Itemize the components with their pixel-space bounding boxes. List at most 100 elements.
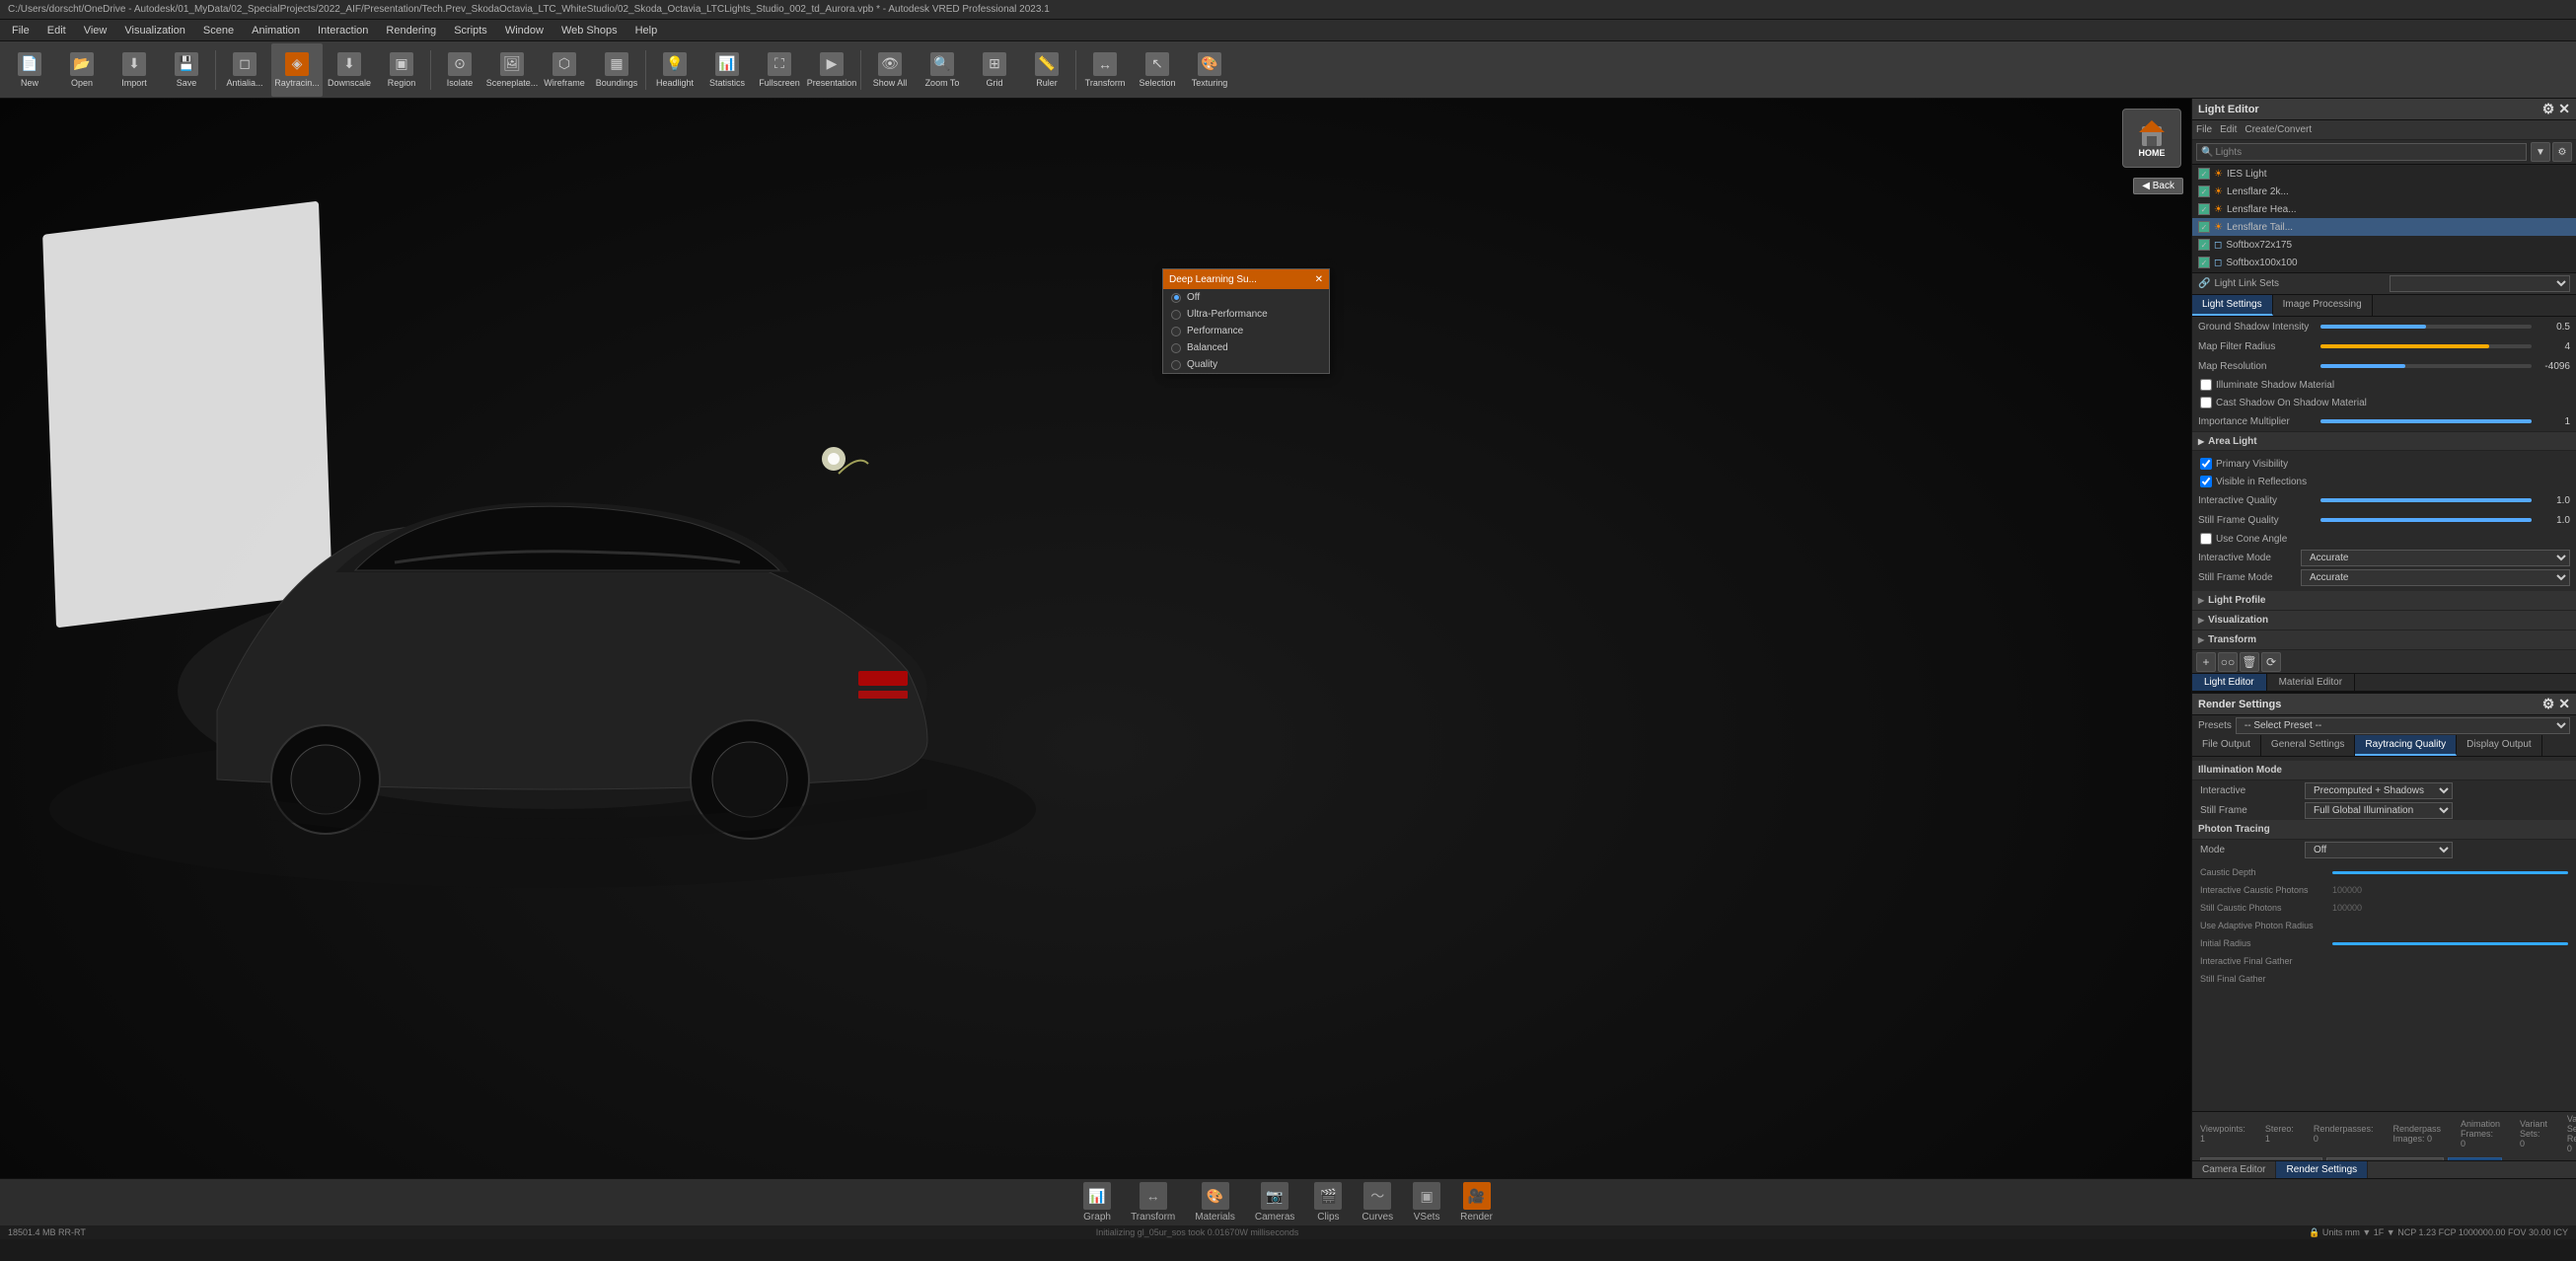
le-delete-btn[interactable]: 🗑 — [2240, 652, 2259, 672]
toolbar-transform[interactable]: ↔ Transform — [1079, 43, 1131, 97]
le-settings-btn[interactable]: ⚙ — [2552, 142, 2572, 162]
toolbar-selection[interactable]: ↖ Selection — [1132, 43, 1183, 97]
tab-general-settings[interactable]: General Settings — [2261, 735, 2356, 756]
light-item-lensflare-tail[interactable]: ✓ ☀ Lensflare Tail... — [2192, 218, 2576, 236]
transform-section[interactable]: Transform — [2192, 630, 2576, 650]
light-check-lftail[interactable]: ✓ — [2198, 221, 2210, 233]
dl-option-off[interactable]: Off — [1163, 289, 1329, 306]
illumination-mode-title[interactable]: Illumination Mode — [2192, 761, 2576, 780]
toolbar-zoomto[interactable]: 🔍 Zoom To — [917, 43, 968, 97]
toolbar-import[interactable]: ⬇ Import — [109, 43, 160, 97]
bottom-btn-render[interactable]: 🎥 Render — [1460, 1182, 1493, 1223]
menu-interaction[interactable]: Interaction — [310, 23, 376, 38]
le-add-btn[interactable]: + — [2196, 652, 2216, 672]
home-button[interactable]: HOME — [2122, 109, 2181, 168]
ground-shadow-intensity-slider[interactable] — [2320, 325, 2532, 329]
toolbar-showall[interactable]: 👁 Show All — [864, 43, 916, 97]
menu-scripts[interactable]: Scripts — [446, 23, 495, 38]
tab-display-output[interactable]: Display Output — [2457, 735, 2542, 756]
toolbar-statistics[interactable]: 📊 Statistics — [701, 43, 753, 97]
menu-view[interactable]: View — [76, 23, 115, 38]
light-item-ies[interactable]: ✓ ☀ IES Light — [2192, 165, 2576, 183]
tab-raytracing-quality[interactable]: Raytracing Quality — [2355, 735, 2457, 756]
le-edit-menu[interactable]: Edit — [2220, 124, 2237, 135]
rs-close-icon[interactable]: ✕ — [2558, 696, 2570, 712]
visualization-section[interactable]: Visualization — [2192, 611, 2576, 630]
light-check-lf2k[interactable]: ✓ — [2198, 185, 2210, 197]
presets-dropdown[interactable]: -- Select Preset -- — [2236, 717, 2570, 734]
lights-search[interactable]: 🔍 Lights — [2196, 143, 2527, 161]
bottom-btn-materials[interactable]: 🎨 Materials — [1195, 1182, 1235, 1223]
back-button[interactable]: ◀ Back — [2133, 178, 2183, 194]
toolbar-raytracin[interactable]: ◈ Raytracin... — [271, 43, 323, 97]
cast-shadow-on-shadow-material-check[interactable] — [2200, 397, 2212, 408]
tab-material-editor[interactable]: Material Editor — [2267, 674, 2355, 691]
toolbar-isolate[interactable]: ⊙ Isolate — [434, 43, 485, 97]
light-item-softbox72[interactable]: ✓ ◻ Softbox72x175 — [2192, 236, 2576, 254]
dl-option-balanced[interactable]: Balanced — [1163, 339, 1329, 356]
menu-window[interactable]: Window — [497, 23, 552, 38]
bottom-btn-cameras[interactable]: 📷 Cameras — [1255, 1182, 1295, 1223]
le-convert-btn[interactable]: ⟳ — [2261, 652, 2281, 672]
light-item-lensflare2k[interactable]: ✓ ☀ Lensflare 2k... — [2192, 183, 2576, 200]
photon-mode-dropdown[interactable]: Off On — [2305, 842, 2453, 858]
menu-webshops[interactable]: Web Shops — [553, 23, 626, 38]
toolbar-sceneplates[interactable]: 🖼 Sceneplate... — [486, 43, 538, 97]
menu-edit[interactable]: Edit — [39, 23, 74, 38]
toolbar-downscale[interactable]: ⬇ Downscale — [324, 43, 375, 97]
still-frame-mode-dropdown[interactable]: Accurate Fast — [2301, 569, 2570, 586]
le-duplicate-btn[interactable]: ○○ — [2218, 652, 2238, 672]
light-check-ies[interactable]: ✓ — [2198, 168, 2210, 180]
toolbar-texturing[interactable]: 🎨 Texturing — [1184, 43, 1235, 97]
toolbar-fullscreen[interactable]: ⛶ Fullscreen — [754, 43, 805, 97]
map-resolution-slider[interactable] — [2320, 364, 2532, 368]
toolbar-wireframe[interactable]: ⬡ Wireframe — [539, 43, 590, 97]
importance-multiplier-slider[interactable] — [2320, 419, 2532, 423]
interactive-quality-slider[interactable] — [2320, 498, 2532, 502]
toolbar-presentation[interactable]: ▶ Presentation — [806, 43, 857, 97]
bottom-btn-vsets[interactable]: ▣ VSets — [1413, 1182, 1440, 1223]
menu-rendering[interactable]: Rendering — [378, 23, 444, 38]
menu-scene[interactable]: Scene — [195, 23, 242, 38]
primary-visibility-check[interactable] — [2200, 458, 2212, 470]
tab-light-settings[interactable]: Light Settings — [2192, 295, 2273, 316]
tab-camera-editor[interactable]: Camera Editor — [2192, 1161, 2276, 1178]
le-create-convert-menu[interactable]: Create/Convert — [2245, 124, 2312, 135]
tab-light-editor[interactable]: Light Editor — [2192, 674, 2267, 691]
tab-image-processing[interactable]: Image Processing — [2273, 295, 2373, 316]
toolbar-antialia[interactable]: ◻ Antialia... — [219, 43, 270, 97]
light-profile-section[interactable]: Light Profile — [2192, 591, 2576, 611]
bottom-btn-graph[interactable]: 📊 Graph — [1083, 1182, 1111, 1223]
light-check-sb100[interactable]: ✓ — [2198, 257, 2210, 268]
dl-option-ultra[interactable]: Ultra-Performance — [1163, 306, 1329, 323]
visible-in-reflections-check[interactable] — [2200, 476, 2212, 487]
toolbar-boundings[interactable]: ▦ Boundings — [591, 43, 642, 97]
tab-render-settings-footer[interactable]: Render Settings — [2276, 1161, 2368, 1178]
toolbar-ruler[interactable]: 📏 Ruler — [1021, 43, 1072, 97]
le-expand-btn[interactable]: ▼ — [2531, 142, 2550, 162]
initial-radius-slider[interactable] — [2332, 942, 2568, 945]
photon-tracing-title[interactable]: Photon Tracing — [2192, 820, 2576, 840]
le-file-menu[interactable]: File — [2196, 124, 2212, 135]
still-frame-quality-slider[interactable] — [2320, 518, 2532, 522]
area-light-section-header[interactable]: Area Light — [2192, 431, 2576, 451]
toolbar-region[interactable]: ▣ Region — [376, 43, 427, 97]
bottom-btn-transform[interactable]: ↔ Transform — [1131, 1182, 1175, 1223]
map-filter-radius-slider[interactable] — [2320, 344, 2532, 348]
caustic-depth-slider[interactable] — [2332, 871, 2568, 874]
light-link-sets-label[interactable]: Light Link Sets — [2214, 278, 2385, 289]
interactive-mode-dropdown[interactable]: Accurate Fast — [2301, 550, 2570, 566]
rs-settings-icon[interactable]: ⚙ — [2542, 696, 2555, 712]
light-editor-settings-icon[interactable]: ⚙ — [2542, 101, 2555, 117]
light-item-softbox100[interactable]: ✓ ◻ Softbox100x100 — [2192, 254, 2576, 271]
menu-file[interactable]: File — [4, 23, 37, 38]
toolbar-save[interactable]: 💾 Save — [161, 43, 212, 97]
toolbar-open[interactable]: 📂 Open — [56, 43, 108, 97]
toolbar-new[interactable]: 📄 New — [4, 43, 55, 97]
bottom-btn-curves[interactable]: 〜 Curves — [1362, 1182, 1393, 1223]
still-frame-illumination-dropdown[interactable]: Full Global Illumination Precomputed + S… — [2305, 802, 2453, 819]
light-link-sets-dropdown[interactable] — [2390, 275, 2570, 292]
use-cone-angle-check[interactable] — [2200, 533, 2212, 545]
light-check-sb72[interactable]: ✓ — [2198, 239, 2210, 251]
menu-animation[interactable]: Animation — [244, 23, 308, 38]
